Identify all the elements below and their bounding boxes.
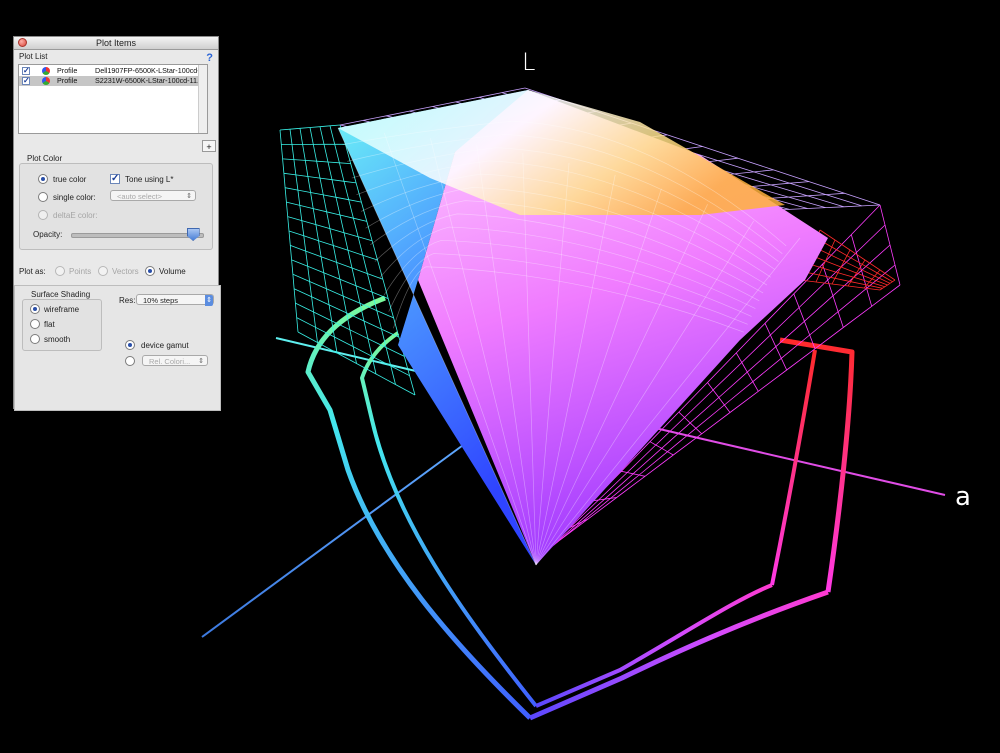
deltae-color-label: deltaE color: xyxy=(53,211,98,220)
wire-cyan-line xyxy=(285,187,362,203)
volume-radio[interactable] xyxy=(145,266,155,276)
wire-cyan-line xyxy=(288,230,378,261)
flat-radio[interactable] xyxy=(30,319,40,329)
single-color-label: single color: xyxy=(53,193,96,202)
wireframe-radio[interactable] xyxy=(30,304,40,314)
single-color-radio[interactable] xyxy=(38,192,48,202)
wire-magenta-line xyxy=(850,234,873,307)
wire-cyan-line xyxy=(295,302,405,357)
points-radio[interactable] xyxy=(55,266,65,276)
surface-shading-group: wireframe flat smooth xyxy=(22,299,102,351)
popup-arrows-icon: ⇕ xyxy=(205,295,213,306)
plot-color-label: Plot Color xyxy=(27,154,63,163)
wire-magenta-line xyxy=(735,352,759,392)
opacity-label: Opacity: xyxy=(33,230,63,239)
solid-gamut xyxy=(337,90,828,566)
wire-magenta-line xyxy=(707,382,731,413)
wire-cyan-line xyxy=(291,259,389,299)
true-color-label: true color xyxy=(53,175,87,184)
auto-select-popup[interactable]: <auto select> ⇕ xyxy=(110,190,196,201)
res-value: 10% steps xyxy=(143,296,179,305)
smooth-label: smooth xyxy=(44,335,71,344)
device-gamut-label: device gamut xyxy=(141,341,189,350)
wire-cyan-line xyxy=(283,172,357,184)
auto-select-value: <auto select> xyxy=(117,192,163,201)
wire-cyan-line xyxy=(293,288,400,338)
rel-colorimetric-popup[interactable]: Rel. Colori... ⇕ xyxy=(142,355,208,366)
plot-list-scrollbar[interactable] xyxy=(198,65,207,133)
a-axis-label: a xyxy=(955,482,971,512)
checkbox-checked-icon[interactable]: ✓ xyxy=(22,67,30,75)
points-label: Points xyxy=(69,267,92,276)
item-name: Dell1907FP-6500K-LStar-100cd-1... xyxy=(95,66,200,75)
surface-shading-label: Surface Shading xyxy=(31,290,91,299)
true-color-radio[interactable] xyxy=(38,174,48,184)
deltae-color-radio[interactable] xyxy=(38,210,48,220)
close-button[interactable] xyxy=(18,38,27,47)
plot-as-label: Plot as: xyxy=(19,267,46,276)
device-gamut-radio[interactable] xyxy=(125,340,135,350)
wire-cyan-line xyxy=(286,201,367,222)
tone-checkbox-icon[interactable]: ✓ xyxy=(110,174,120,184)
wireframe-label: wireframe xyxy=(44,305,80,314)
rel-colorimetric-value: Rel. Colori... xyxy=(149,357,191,366)
help-icon[interactable]: ? xyxy=(206,52,213,64)
palette-titlebar[interactable]: Plot Items xyxy=(14,37,218,50)
item-name: S2231W-6500K-LStar-100cd-11... xyxy=(95,76,200,85)
item-type: Profile xyxy=(57,66,78,75)
vectors-radio[interactable] xyxy=(98,266,108,276)
flat-label: flat xyxy=(44,320,55,329)
plot-items-palette: Plot Items Plot List ? ✓ Profile Dell190… xyxy=(13,36,221,411)
item-type: Profile xyxy=(57,76,78,85)
rel-colorimetric-radio[interactable] xyxy=(125,356,135,366)
profile-icon xyxy=(42,77,50,85)
checkbox-checked-icon[interactable]: ✓ xyxy=(22,77,30,85)
wire-red-line xyxy=(813,246,891,284)
volume-label: Volume xyxy=(159,267,186,276)
wire-magenta-line xyxy=(621,470,646,477)
wire-cyan-line xyxy=(287,216,373,242)
neg-a-axis-line xyxy=(275,337,421,373)
plot-list-item-selected[interactable]: ✓ Profile S2231W-6500K-LStar-100cd-11... xyxy=(19,76,200,86)
plot-list-item[interactable]: ✓ Profile Dell1907FP-6500K-LStar-100cd-1… xyxy=(19,66,200,76)
wire-magenta-line xyxy=(649,441,674,456)
opacity-slider-track[interactable] xyxy=(71,233,204,238)
wire-magenta-line xyxy=(879,204,901,286)
plot-list-label: Plot List xyxy=(19,52,48,61)
tone-using-l-label: Tone using L* xyxy=(125,175,174,184)
palette-title: Plot Items xyxy=(95,38,136,48)
smooth-radio[interactable] xyxy=(30,334,40,344)
res-popup[interactable]: 10% steps ⇕ xyxy=(136,294,214,306)
profile-icon xyxy=(42,67,50,75)
vectors-label: Vectors xyxy=(112,267,139,276)
l-axis-label: L xyxy=(522,48,536,76)
res-label: Res: xyxy=(119,296,136,305)
add-item-button[interactable]: + xyxy=(202,140,216,152)
plot-list[interactable]: ✓ Profile Dell1907FP-6500K-LStar-100cd-1… xyxy=(18,64,208,134)
wire-cyan-line xyxy=(290,245,384,280)
